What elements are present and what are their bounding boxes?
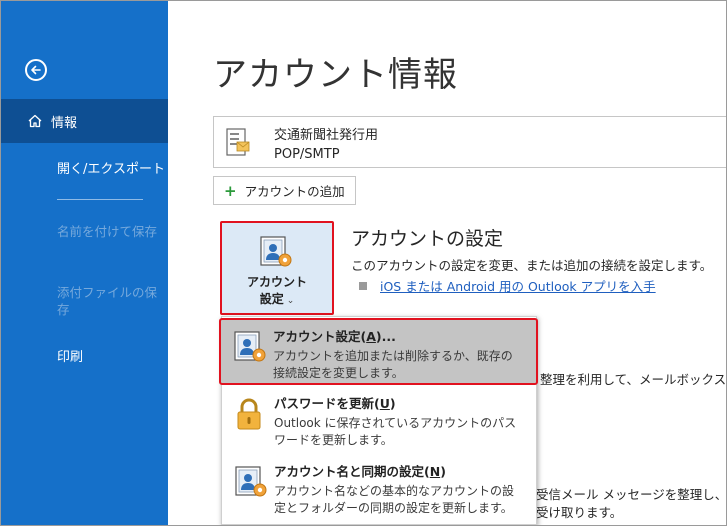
- account-name: 交通新聞社発行用: [274, 128, 379, 143]
- menu-item-title: アカウント名と同期の設定(N): [274, 461, 446, 480]
- app-link-row: iOS または Android 用の Outlook アプリを入手: [359, 276, 656, 295]
- account-sync-settings-icon: [235, 466, 267, 497]
- nav-item-info[interactable]: 情報: [1, 99, 168, 143]
- menu-item-desc: アカウント名などの基本的なアカウントの設: [274, 484, 515, 498]
- menu-item-desc: ワードを更新します。: [274, 433, 393, 447]
- add-account-button[interactable]: + アカウントの追加: [213, 176, 356, 205]
- plus-icon: +: [224, 181, 237, 200]
- title-text: パスワードを更新(: [274, 396, 380, 411]
- chevron-down-icon: ⌄: [286, 296, 295, 306]
- nav-item-open-export[interactable]: 開く/エクスポート: [57, 158, 165, 177]
- title-suffix: )...: [375, 329, 396, 344]
- account-settings-icon: [234, 331, 266, 362]
- menu-item-desc: アカウントを追加または削除するか、既存の: [273, 349, 513, 363]
- account-selector[interactable]: 交通新聞社発行用 POP/SMTP: [213, 116, 726, 168]
- menu-item-title: アカウント設定(A)...: [273, 326, 396, 345]
- outlook-app-link[interactable]: iOS または Android 用の Outlook アプリを入手: [380, 276, 656, 295]
- home-icon: [28, 114, 42, 128]
- add-account-label: アカウントの追加: [244, 184, 345, 199]
- backstage-sidebar: 情報 開く/エクスポート 名前を付けて保存 添付ファイルの保存 印刷: [1, 1, 168, 525]
- account-type: POP/SMTP: [274, 147, 340, 162]
- tile-label-line1: アカウント: [246, 275, 307, 289]
- nav-item-save-attachments: 添付ファイルの保存: [57, 285, 158, 317]
- menu-item-title: パスワードを更新(U): [274, 393, 396, 412]
- section-description: このアカウントの設定を変更、または追加の接続を設定します。: [351, 258, 713, 273]
- menu-item-desc: Outlook に保存されているアカウントのパス: [274, 416, 517, 430]
- account-settings-menu: アカウント設定(A)... アカウントを追加または削除するか、既存の 接続設定を…: [219, 316, 538, 525]
- menu-item-desc: 定とフォルダーの同期の設定を更新します。: [274, 501, 513, 515]
- tile-label-line2: 設定 ⌄: [222, 290, 332, 307]
- menu-item-desc: 接続設定を変更します。: [273, 366, 404, 380]
- rules-text-line2: 受け取ります。: [536, 505, 623, 520]
- bullet-icon: [359, 281, 367, 290]
- nav-divider: [57, 199, 143, 200]
- rules-text-line1: 受信メール メッセージを整理し、アイ: [536, 487, 727, 502]
- tile-label-text: 設定: [259, 292, 284, 306]
- title-text: アカウント設定(: [273, 329, 367, 344]
- access-key: N: [429, 464, 441, 479]
- access-key: U: [379, 396, 390, 411]
- account-settings-button[interactable]: アカウント 設定 ⌄: [220, 221, 334, 315]
- nav-item-print[interactable]: 印刷: [57, 346, 83, 365]
- menu-item-account-settings[interactable]: アカウント設定(A)... アカウントを追加または削除するか、既存の 接続設定を…: [219, 318, 538, 385]
- nav-item-label: 情報: [51, 115, 78, 131]
- mail-account-icon: [226, 128, 250, 156]
- account-settings-icon: [260, 236, 292, 267]
- title-suffix: ): [389, 396, 396, 411]
- lock-icon: [237, 398, 261, 430]
- section-title: アカウントの設定: [351, 228, 504, 250]
- access-key: A: [366, 329, 376, 344]
- mailbox-cleanup-text: 整理を利用して、メールボックスのサイ: [540, 372, 727, 387]
- menu-item-update-password[interactable]: パスワードを更新(U) Outlook に保存されているアカウントのパス ワード…: [222, 387, 536, 453]
- menu-item-name-sync-settings[interactable]: アカウント名と同期の設定(N) アカウント名などの基本的なアカウントの設 定とフ…: [222, 455, 536, 523]
- title-text: アカウント名と同期の設定(: [274, 464, 430, 479]
- title-suffix: ): [440, 464, 446, 479]
- nav-item-save-as: 名前を付けて保存: [57, 224, 158, 239]
- main-content: アカウント情報 交通新聞社発行用 POP/SMTP + アカウントの追加 アカウ…: [168, 1, 726, 525]
- outlook-backstage: 情報 開く/エクスポート 名前を付けて保存 添付ファイルの保存 印刷 アカウント…: [0, 0, 727, 526]
- back-arrow-icon[interactable]: [25, 59, 47, 81]
- page-title: アカウント情報: [213, 55, 458, 95]
